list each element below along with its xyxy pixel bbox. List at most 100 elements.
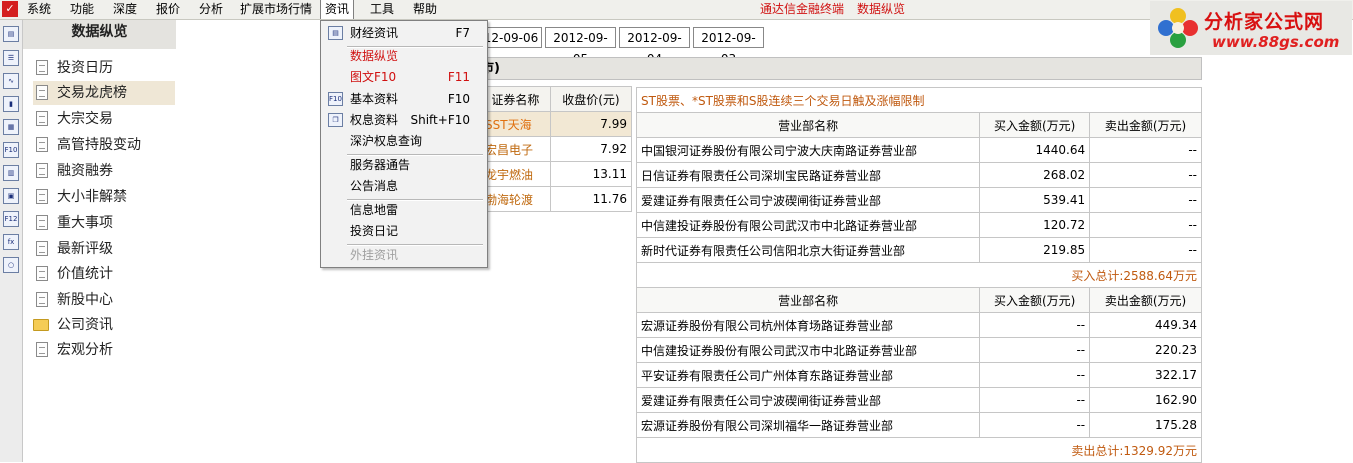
sidebar-item-macro[interactable]: 宏观分析 xyxy=(33,338,175,362)
brand-logo: 分析家公式网 www.88gs.com xyxy=(1150,1,1352,55)
document-icon xyxy=(36,241,48,256)
menu-depth[interactable]: 深度 xyxy=(109,0,141,19)
menu-item-server-notice[interactable]: 服务器通告 xyxy=(322,155,486,176)
menu-help[interactable]: 帮助 xyxy=(409,0,441,19)
menu-tools[interactable]: 工具 xyxy=(366,0,398,19)
buy-amount: -- xyxy=(979,412,1091,438)
sell-amount: 220.23 xyxy=(1089,337,1202,363)
list-icon[interactable]: ☰ xyxy=(3,50,19,66)
table-row[interactable]: 渤海轮渡 11.76 xyxy=(480,186,633,212)
menu-item-data-overview[interactable]: 数据纵览 xyxy=(322,46,486,67)
column-header: 营业部名称 xyxy=(635,287,981,313)
vertical-toolbar: ▤ ☰ ∿ ▮ ▦ F10 ▥ ▣ F12 fx ○ xyxy=(0,20,23,462)
buy-total: 买入总计:2588.64万元 xyxy=(636,262,1202,288)
table-row: 爱建证券有限责任公司宁波碶闸街证券营业部 539.41 -- xyxy=(635,187,1202,213)
menu-quote[interactable]: 报价 xyxy=(152,0,184,19)
f10-icon[interactable]: F10 xyxy=(3,142,19,158)
stock-name[interactable]: 宏昌电子 xyxy=(480,136,551,162)
quote-icon[interactable]: ▤ xyxy=(3,26,19,42)
menu-item-basic-info[interactable]: F10 基本资料 F10 xyxy=(322,89,486,110)
info-dropdown-menu: ▤ 财经资讯 F7 数据纵览 图文F10 F11 F10 基本资料 F10 ❐ … xyxy=(320,20,488,268)
sidebar-item-value-stats[interactable]: 价值统计 xyxy=(33,262,175,286)
menu-item-investment-diary[interactable]: 投资日记 xyxy=(322,221,486,242)
copy-icon: ❐ xyxy=(328,113,343,127)
menu-extended-market[interactable]: 扩展市场行情 xyxy=(236,0,316,19)
buy-amount: -- xyxy=(979,362,1091,388)
formula-icon[interactable]: fx xyxy=(3,234,19,250)
buy-amount: 539.41 xyxy=(979,187,1091,213)
date-tab[interactable]: 12-09-06 xyxy=(480,27,542,48)
date-tab[interactable]: 2012-09-03 xyxy=(693,27,764,66)
sidebar-item-exec-holdings[interactable]: 高管持股变动 xyxy=(33,133,175,157)
menu-item-graphic-f10[interactable]: 图文F10 F11 xyxy=(322,67,486,88)
table-row: 日信证券有限责任公司深圳宝民路证券营业部 268.02 -- xyxy=(635,162,1202,188)
sidebar-item-company-info[interactable]: 公司资讯 xyxy=(33,313,175,337)
menu-analysis[interactable]: 分析 xyxy=(195,0,227,19)
broker-table: ST股票、*ST股票和S股连续三个交易日触及涨幅限制 营业部名称 买入金额(万元… xyxy=(635,87,1202,463)
menu-item-rights-info[interactable]: ❐ 权息资料 Shift+F10 xyxy=(322,110,486,131)
info-icon[interactable]: ▥ xyxy=(3,165,19,181)
menu-system[interactable]: 系统 xyxy=(23,0,55,19)
column-header: 卖出金额(万元) xyxy=(1089,112,1202,138)
stock-price: 7.99 xyxy=(549,111,633,137)
kline-icon[interactable]: ▮ xyxy=(3,96,19,112)
app-logo-icon[interactable]: ✓ xyxy=(2,1,18,17)
document-icon xyxy=(36,163,48,178)
sidebar-item-ratings[interactable]: 最新评级 xyxy=(33,237,175,261)
buy-amount: -- xyxy=(979,312,1091,338)
folder-icon xyxy=(33,319,49,331)
table-row: 中信建投证券股份有限公司武汉市中北路证券营业部 120.72 -- xyxy=(635,212,1202,238)
stock-table: 证券名称 收盘价(元) SST天海 7.99 宏昌电子 7.92 龙宇燃油 13… xyxy=(480,86,633,212)
sell-amount: 322.17 xyxy=(1089,362,1202,388)
table-row[interactable]: 龙宇燃油 13.11 xyxy=(480,161,633,187)
column-header[interactable]: 收盘价(元) xyxy=(549,86,633,112)
stock-name[interactable]: 渤海轮渡 xyxy=(480,186,551,212)
menu-item-announcements[interactable]: 公告消息 xyxy=(322,176,486,197)
broker-name: 平安证券有限责任公司广州体育东路证券营业部 xyxy=(635,362,981,388)
table-caption: ST股票、*ST股票和S股连续三个交易日触及涨幅限制 xyxy=(636,87,1202,113)
stock-name[interactable]: SST天海 xyxy=(480,111,551,137)
search-icon[interactable]: ○ xyxy=(3,257,19,273)
news-icon[interactable]: ▦ xyxy=(3,119,19,135)
menu-function[interactable]: 功能 xyxy=(66,0,98,19)
sidebar-item-major-events[interactable]: 重大事项 xyxy=(33,211,175,235)
line-chart-icon[interactable]: ∿ xyxy=(3,73,19,89)
flower-logo-icon xyxy=(1158,8,1198,48)
menu-item-financial-news[interactable]: ▤ 财经资讯 F7 xyxy=(322,23,486,44)
broker-name: 爱建证券有限责任公司宁波碶闸街证券营业部 xyxy=(635,387,981,413)
sidebar-item-dragon-tiger[interactable]: 交易龙虎榜 xyxy=(33,81,175,105)
sidebar-item-ipo-center[interactable]: 新股中心 xyxy=(33,288,175,312)
sidebar-item-block-trade[interactable]: 大宗交易 xyxy=(33,107,175,131)
date-tab[interactable]: 2012-09-04 xyxy=(619,27,690,66)
stock-name[interactable]: 龙宇燃油 xyxy=(480,161,551,187)
f12-icon[interactable]: F12 xyxy=(3,211,19,227)
calendar-icon[interactable]: ▣ xyxy=(3,188,19,204)
menu-item-rights-query[interactable]: 深沪权息查询 xyxy=(322,131,486,152)
sidebar-item-unlock[interactable]: 大小非解禁 xyxy=(33,185,175,209)
document-icon xyxy=(36,266,48,281)
logo-url: www.88gs.com xyxy=(1212,33,1340,51)
sidebar-title: 数据纵览 xyxy=(23,20,176,49)
sell-total: 卖出总计:1329.92万元 xyxy=(636,437,1202,463)
buy-amount: -- xyxy=(979,337,1091,363)
stock-price: 7.92 xyxy=(549,136,633,162)
document-icon xyxy=(36,111,48,126)
buy-amount: -- xyxy=(979,387,1091,413)
broker-name: 中信建投证券股份有限公司武汉市中北路证券营业部 xyxy=(635,212,981,238)
broker-name: 中信建投证券股份有限公司武汉市中北路证券营业部 xyxy=(635,337,981,363)
table-row[interactable]: 宏昌电子 7.92 xyxy=(480,136,633,162)
sell-amount: 162.90 xyxy=(1089,387,1202,413)
menu-item-info-mine[interactable]: 信息地雷 xyxy=(322,200,486,221)
document-icon xyxy=(36,60,48,75)
section-band: 市) xyxy=(480,57,1202,80)
table-row: 宏源证券股份有限公司深圳福华一路证券营业部 -- 175.28 xyxy=(635,412,1202,438)
sidebar-item-margin[interactable]: 融资融券 xyxy=(33,159,175,183)
table-row[interactable]: SST天海 7.99 xyxy=(480,111,633,137)
sidebar-item-calendar[interactable]: 投资日历 xyxy=(33,56,175,80)
date-tab[interactable]: 2012-09-05 xyxy=(545,27,616,66)
column-header[interactable]: 证券名称 xyxy=(480,86,551,112)
menu-info[interactable]: 资讯 xyxy=(320,0,355,19)
buy-amount: 219.85 xyxy=(979,237,1091,263)
table-row: 宏源证券股份有限公司杭州体育场路证券营业部 -- 449.34 xyxy=(635,312,1202,338)
column-header: 买入金额(万元) xyxy=(979,287,1091,313)
